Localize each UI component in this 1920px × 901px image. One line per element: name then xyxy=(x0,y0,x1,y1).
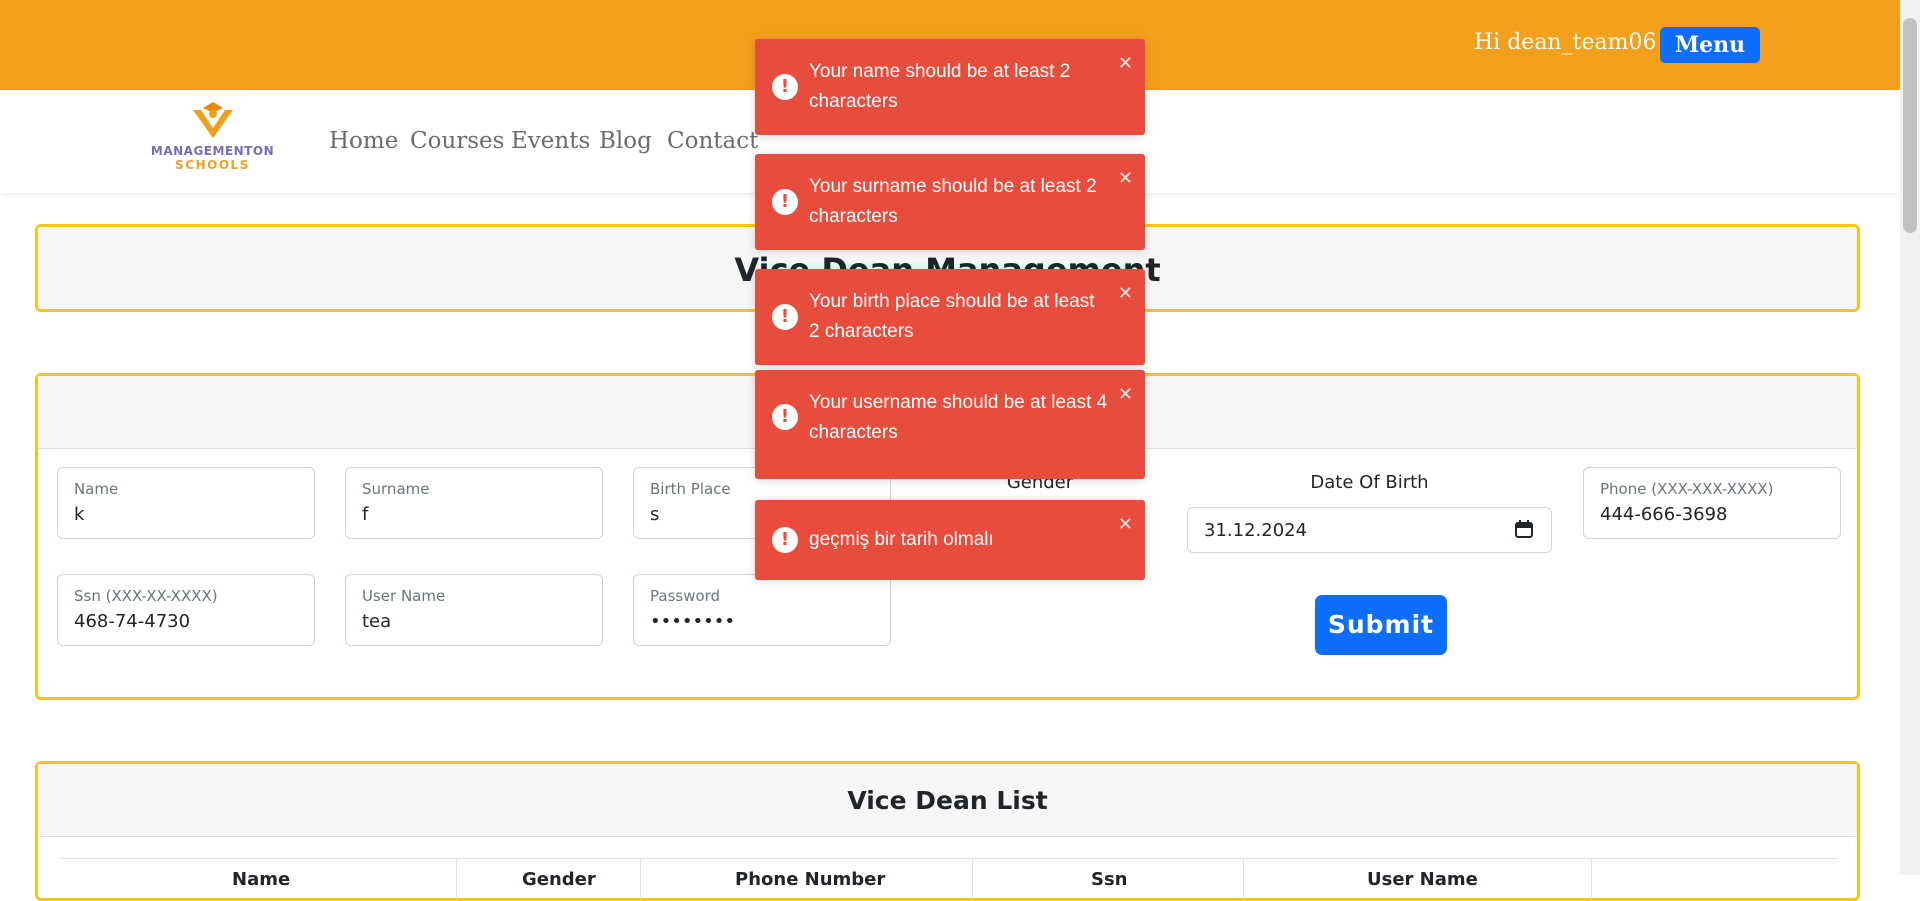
vice-dean-list-panel: Vice Dean List Name Gender Phone Number … xyxy=(35,761,1860,901)
error-toast[interactable]: ! Your birth place should be at least 2 … xyxy=(755,269,1145,365)
calendar-icon[interactable] xyxy=(1515,520,1533,538)
brand-logo[interactable]: MANAGEMENTON SCHOOLS xyxy=(145,100,280,176)
nav-blog[interactable]: Blog xyxy=(599,128,652,154)
user-greeting: Hi dean_team06 xyxy=(1474,30,1657,55)
close-icon[interactable]: ✕ xyxy=(1118,53,1133,74)
error-icon: ! xyxy=(772,304,798,330)
phone-label: Phone (XXX-XXX-XXXX) xyxy=(1600,480,1774,498)
name-field[interactable]: Name k xyxy=(57,467,315,539)
password-label: Password xyxy=(650,587,721,605)
graduate-cap-icon xyxy=(193,102,233,138)
surname-field[interactable]: Surname f xyxy=(345,467,603,539)
toast-message: Your name should be at least 2 character… xyxy=(809,61,1071,112)
column-header-gender[interactable]: Gender xyxy=(522,869,596,890)
nav-contact[interactable]: Contact xyxy=(667,128,758,154)
close-icon[interactable]: ✕ xyxy=(1118,514,1133,535)
column-header-phone[interactable]: Phone Number xyxy=(735,869,885,890)
name-value: k xyxy=(74,504,85,525)
close-icon[interactable]: ✕ xyxy=(1118,283,1133,304)
error-toast[interactable]: ! Your name should be at least 2 charact… xyxy=(755,39,1145,135)
close-icon[interactable]: ✕ xyxy=(1118,384,1133,405)
scrollbar-thumb[interactable] xyxy=(1903,18,1917,233)
list-header: Vice Dean List xyxy=(38,764,1857,837)
close-icon[interactable]: ✕ xyxy=(1118,168,1133,189)
ssn-field[interactable]: Ssn (XXX-XX-XXXX) 468-74-4730 xyxy=(57,574,315,646)
toast-message: geçmiş bir tarih olmalı xyxy=(809,529,994,550)
error-toast[interactable]: ! Your username should be at least 4 cha… xyxy=(755,370,1145,479)
birth-place-label: Birth Place xyxy=(650,480,731,498)
phone-field[interactable]: Phone (XXX-XXX-XXXX) 444-666-3698 xyxy=(1583,467,1841,539)
username-field[interactable]: User Name tea xyxy=(345,574,603,646)
error-toast[interactable]: ! geçmiş bir tarih olmalı ✕ xyxy=(755,500,1145,580)
toast-message: Your surname should be at least 2 charac… xyxy=(809,176,1097,227)
surname-label: Surname xyxy=(362,480,430,498)
nav-events[interactable]: Events xyxy=(511,128,590,154)
nav-home[interactable]: Home xyxy=(329,128,398,154)
password-value: •••••••• xyxy=(650,611,735,632)
page-scrollbar[interactable] xyxy=(1900,0,1920,875)
phone-value: 444-666-3698 xyxy=(1600,504,1728,525)
list-title: Vice Dean List xyxy=(847,786,1048,815)
username-value: tea xyxy=(362,611,392,632)
brand-subtitle: SCHOOLS xyxy=(175,158,250,172)
toast-message: Your username should be at least 4 chara… xyxy=(809,392,1108,443)
brand-name: MANAGEMENTON xyxy=(150,144,275,158)
column-header-name[interactable]: Name xyxy=(232,869,290,890)
submit-button[interactable]: Submit xyxy=(1315,595,1447,655)
birth-place-value: s xyxy=(650,504,660,525)
toast-message: Your birth place should be at least 2 ch… xyxy=(809,291,1095,342)
menu-button[interactable]: Menu xyxy=(1660,27,1760,63)
error-icon: ! xyxy=(772,527,798,553)
error-toast[interactable]: ! Your surname should be at least 2 char… xyxy=(755,154,1145,250)
date-of-birth-value: 31.12.2024 xyxy=(1204,520,1308,541)
error-icon: ! xyxy=(772,189,798,215)
surname-value: f xyxy=(362,504,369,525)
column-header-ssn[interactable]: Ssn xyxy=(1091,869,1128,890)
username-label: User Name xyxy=(362,587,446,605)
date-of-birth-input[interactable]: 31.12.2024 xyxy=(1187,507,1552,553)
ssn-value: 468-74-4730 xyxy=(74,611,191,632)
column-header-username[interactable]: User Name xyxy=(1367,869,1478,890)
ssn-label: Ssn (XXX-XX-XXXX) xyxy=(74,587,218,605)
date-of-birth-label: Date Of Birth xyxy=(1310,472,1429,493)
name-label: Name xyxy=(74,480,119,498)
password-field[interactable]: Password •••••••• xyxy=(633,574,891,646)
vice-dean-table: Name Gender Phone Number Ssn User Name xyxy=(60,858,1838,899)
nav-courses[interactable]: Courses xyxy=(410,128,504,154)
error-icon: ! xyxy=(772,74,798,100)
error-icon: ! xyxy=(772,404,798,430)
